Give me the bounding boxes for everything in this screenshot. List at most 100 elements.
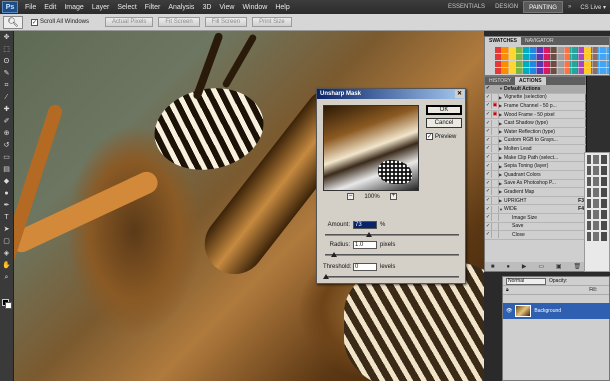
action-toggle-checkbox[interactable]: ✓ [485, 162, 492, 170]
quick-select-tool-icon[interactable]: ✎ [1, 68, 13, 79]
brush-preset[interactable] [587, 199, 607, 208]
type-tool-icon[interactable]: T [1, 212, 13, 223]
threshold-slider-knob[interactable] [323, 274, 329, 279]
action-toggle-checkbox[interactable]: ✓ [485, 85, 492, 93]
action-set-row[interactable]: ✓ ▼ Default Actions [485, 85, 587, 94]
action-row[interactable]: ✓ ▶ Make Clip Path (select... [485, 154, 587, 163]
action-row[interactable]: ✓ ▣ ▶ Frame Channel - 50 p... [485, 102, 587, 111]
radius-slider[interactable] [325, 252, 459, 257]
action-toggle-checkbox[interactable]: ✓ [485, 145, 492, 153]
blend-mode-select[interactable]: Normal [506, 277, 546, 285]
brush-preset[interactable] [587, 210, 607, 219]
action-row[interactable]: ✓ ▶ Molten Lead [485, 145, 587, 154]
ok-button[interactable]: OK [426, 105, 462, 115]
menu-help[interactable]: Help [271, 4, 293, 11]
zoom-tool-side-icon[interactable]: ⌕ [1, 272, 13, 283]
stop-icon[interactable]: ■ [491, 264, 495, 270]
lock-icon[interactable]: 🔒︎ [506, 287, 509, 293]
gradient-tool-icon[interactable]: ▤ [1, 164, 13, 175]
action-row[interactable]: ✓ ▶ Custom RGB to Grays... [485, 136, 587, 146]
workspace-essentials[interactable]: ESSENTIALS [443, 4, 490, 10]
blur-tool-icon[interactable]: ◆ [1, 176, 13, 187]
background-color-swatch[interactable] [5, 302, 12, 309]
shape-tool-icon[interactable]: ▢ [1, 236, 13, 247]
3d-tool-icon[interactable]: ◈ [1, 248, 13, 259]
new-set-icon[interactable]: ▭ [538, 263, 544, 270]
move-tool-icon[interactable]: ✥ [1, 32, 13, 43]
action-toggle-checkbox[interactable]: ✓ [485, 154, 492, 162]
action-row[interactable]: ✓ ▶ Sepia Toning (layer) [485, 162, 587, 171]
action-toggle-checkbox[interactable]: ✓ [485, 214, 492, 222]
tab-history[interactable]: HISTORY [485, 77, 515, 85]
action-row[interactable]: ✓ ▣ ▶ Wood Frame - 50 pixel [485, 111, 587, 120]
radius-field[interactable]: 1.0 [353, 241, 377, 249]
menu-view[interactable]: View [215, 4, 238, 11]
action-toggle-checkbox[interactable]: ✓ [485, 205, 492, 213]
dialog-toggle-icon[interactable] [492, 222, 499, 230]
clone-tool-icon[interactable]: ⊕ [1, 128, 13, 139]
menu-window[interactable]: Window [238, 4, 271, 11]
zoom-in-button[interactable]: + [389, 193, 397, 200]
action-toggle-checkbox[interactable]: ✓ [485, 222, 492, 230]
brush-tool-icon[interactable]: ✐ [1, 116, 13, 127]
action-step-row[interactable]: ✓ Close [485, 231, 587, 240]
eyedropper-tool-icon[interactable]: ⁄ [1, 92, 13, 103]
action-step-row[interactable]: ✓ Image Size [485, 214, 587, 223]
zoom-tool-icon[interactable]: 🔍︎ [3, 15, 23, 29]
visibility-eye-icon[interactable]: 👁︎ [506, 308, 512, 314]
eraser-tool-icon[interactable]: ▭ [1, 152, 13, 163]
action-toggle-checkbox[interactable]: ✓ [485, 197, 492, 205]
brush-preset[interactable] [587, 155, 607, 164]
swatch-grid[interactable] [495, 47, 609, 75]
preview-checkbox[interactable]: ✓ [426, 133, 433, 140]
dialog-toggle-icon[interactable] [492, 93, 499, 101]
fill-screen-button[interactable]: Fill Screen [204, 17, 248, 27]
tab-swatches[interactable]: SWATCHES [485, 37, 521, 45]
cancel-button[interactable]: Cancel [426, 118, 462, 128]
action-toggle-checkbox[interactable]: ✓ [485, 136, 492, 144]
tab-navigator[interactable]: NAVIGATOR [521, 37, 558, 45]
action-row[interactable]: ✓ ▶ UPRIGHT F3 [485, 197, 587, 206]
close-icon[interactable]: ✕ [455, 90, 464, 98]
marquee-tool-icon[interactable]: ⬚ [1, 44, 13, 55]
dialog-toggle-icon[interactable] [492, 179, 499, 187]
action-toggle-checkbox[interactable]: ✓ [485, 231, 492, 239]
zoom-out-button[interactable]: – [347, 193, 354, 200]
radius-slider-knob[interactable] [331, 252, 337, 257]
action-row[interactable]: ✓ ▶ Save As Photoshop P... [485, 179, 587, 189]
workspace-design[interactable]: DESIGN [490, 4, 523, 10]
action-toggle-checkbox[interactable]: ✓ [485, 102, 492, 110]
action-row[interactable]: ✓ ▶ Vignette (selection) [485, 93, 587, 103]
amount-slider[interactable] [325, 232, 459, 237]
history-brush-tool-icon[interactable]: ↺ [1, 140, 13, 151]
action-toggle-checkbox[interactable]: ✓ [485, 128, 492, 136]
menu-image[interactable]: Image [60, 4, 87, 11]
threshold-field[interactable]: 0 [353, 263, 377, 271]
dialog-toggle-icon[interactable] [492, 145, 499, 153]
action-row[interactable]: ✓ ▶ Water Reflection (type) [485, 128, 587, 137]
brush-preset[interactable] [587, 221, 607, 230]
action-row[interactable]: ✓ ▼ WIDE F4 [485, 205, 587, 214]
cs-live-button[interactable]: CS Live ▾ [576, 4, 610, 11]
menu-3d[interactable]: 3D [198, 4, 215, 11]
action-toggle-checkbox[interactable]: ✓ [485, 171, 492, 179]
filter-preview[interactable] [323, 105, 419, 191]
amount-slider-knob[interactable] [366, 232, 372, 237]
action-row[interactable]: ✓ ▶ Gradient Map [485, 188, 587, 197]
workspace-more[interactable]: » [563, 4, 576, 10]
dialog-toggle-icon[interactable] [492, 171, 499, 179]
tab-actions[interactable]: ACTIONS [515, 77, 546, 85]
dialog-toggle-icon[interactable] [492, 119, 499, 127]
menu-file[interactable]: File [21, 4, 40, 11]
amount-field[interactable]: 73 [353, 221, 377, 229]
lasso-tool-icon[interactable]: ʘ [1, 56, 13, 67]
dialog-toggle-icon[interactable] [492, 231, 499, 239]
brush-preset[interactable] [587, 232, 607, 241]
brush-preset[interactable] [587, 188, 607, 197]
action-toggle-checkbox[interactable]: ✓ [485, 93, 492, 101]
dialog-titlebar[interactable]: Unsharp Mask ✕ [317, 89, 465, 99]
menu-analysis[interactable]: Analysis [164, 4, 198, 11]
menu-filter[interactable]: Filter [141, 4, 165, 11]
pen-tool-icon[interactable]: ✒ [1, 200, 13, 211]
crop-tool-icon[interactable]: ⌗ [1, 80, 13, 91]
